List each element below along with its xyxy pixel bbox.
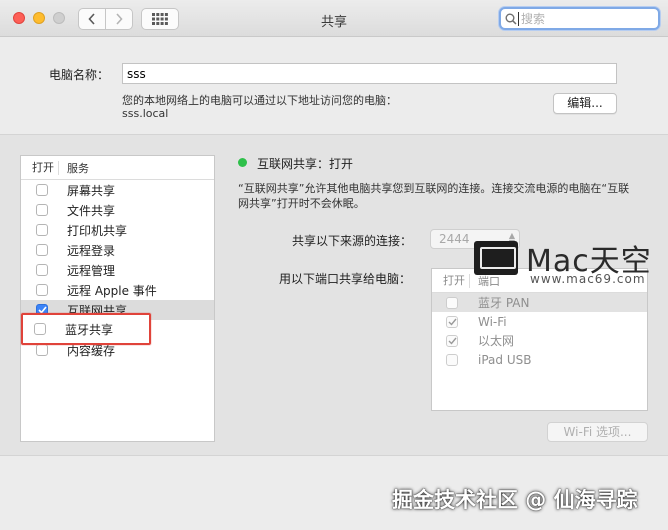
service-row[interactable]: 打印机共享 (21, 220, 214, 240)
service-row[interactable]: 远程登录 (21, 240, 214, 260)
column-service[interactable]: 服务 (59, 160, 89, 176)
checkbox[interactable] (36, 284, 48, 296)
service-label: 远程登录 (67, 243, 116, 258)
checkmark-icon (448, 318, 457, 326)
checkbox[interactable] (36, 344, 48, 356)
service-label: 打印机共享 (67, 223, 128, 238)
service-row[interactable]: 远程 Apple 事件 (21, 280, 214, 300)
port-checkbox[interactable] (446, 315, 458, 328)
wifi-options-button[interactable]: Wi-Fi 选项... (547, 422, 648, 442)
ports-column-on[interactable]: 打开 (432, 273, 470, 288)
description-line-1: “互联网共享”允许其他电脑共享您到互联网的连接。连接交流电源的电脑在“互联 (238, 182, 630, 195)
address-note: 您的本地网络上的电脑可以通过以下地址访问您的电脑： (122, 94, 397, 107)
checkbox[interactable] (36, 244, 48, 256)
footer-watermark: 掘金技术社区 @ 仙海寻踪 (392, 488, 638, 512)
service-row[interactable]: 屏幕共享 (21, 180, 214, 200)
monitor-logo-icon (474, 241, 518, 275)
text-cursor (518, 12, 519, 26)
service-label: 屏幕共享 (67, 183, 116, 198)
checkmark-icon (448, 337, 457, 345)
window-titlebar: 共享 (0, 0, 668, 37)
ports-table[interactable]: 打开 端口 蓝牙 PAN Wi-Fi 以太网 iPad USB (431, 268, 648, 411)
port-row[interactable]: Wi-Fi (432, 312, 647, 331)
service-row[interactable]: 文件共享 (21, 200, 214, 220)
port-label: 以太网 (478, 334, 515, 348)
checkbox[interactable] (36, 224, 48, 236)
port-label: iPad USB (478, 352, 532, 367)
service-list-header: 打开 服务 (21, 156, 214, 180)
ports-label: 用以下端口共享给电脑： (279, 272, 412, 286)
service-list[interactable]: 打开 服务 屏幕共享 文件共享 打印机共享 远程登录 远程管理 远程 Apple 事件 互联… (20, 155, 215, 442)
status-label: 互联网共享：打开 (257, 157, 354, 171)
port-row[interactable]: 以太网 (432, 331, 647, 350)
checkbox[interactable] (36, 264, 48, 276)
service-label: 远程管理 (67, 263, 116, 278)
checkbox[interactable] (36, 184, 48, 196)
port-row[interactable]: iPad USB (432, 350, 647, 369)
search-icon (505, 13, 517, 25)
column-on[interactable]: 打开 (21, 160, 59, 175)
search-field[interactable] (499, 7, 660, 30)
port-label: 蓝牙 PAN (478, 296, 530, 310)
port-row[interactable]: 蓝牙 PAN (432, 293, 647, 312)
edit-button[interactable]: 编辑... (553, 93, 617, 114)
annotation-highlight-box (21, 313, 151, 345)
service-label: 文件共享 (67, 203, 116, 218)
local-address: sss.local (122, 107, 169, 120)
computer-name-input[interactable] (122, 63, 617, 84)
description-line-2: 网共享”打开时不会休眠。 (238, 197, 365, 210)
status-indicator (238, 158, 247, 167)
source-connection-label: 共享以下来源的连接： (292, 234, 413, 248)
checkbox[interactable] (36, 204, 48, 216)
source-connection-value: 2444 (439, 232, 470, 246)
mac-watermark: Mac天空 www.mac69.com (474, 232, 666, 288)
search-input[interactable] (521, 11, 651, 26)
service-row[interactable]: 远程管理 (21, 260, 214, 280)
port-checkbox[interactable] (446, 353, 458, 366)
port-checkbox[interactable] (446, 334, 458, 347)
computer-name-label: 电脑名称： (49, 68, 110, 82)
watermark-url: www.mac69.com (530, 272, 646, 286)
port-label: Wi-Fi (478, 314, 507, 329)
port-rows: 蓝牙 PAN Wi-Fi 以太网 iPad USB (432, 293, 647, 369)
service-label: 远程 Apple 事件 (67, 283, 157, 298)
port-checkbox[interactable] (446, 296, 458, 309)
computer-name-section: 电脑名称： 您的本地网络上的电脑可以通过以下地址访问您的电脑： sss.loca… (0, 38, 668, 134)
